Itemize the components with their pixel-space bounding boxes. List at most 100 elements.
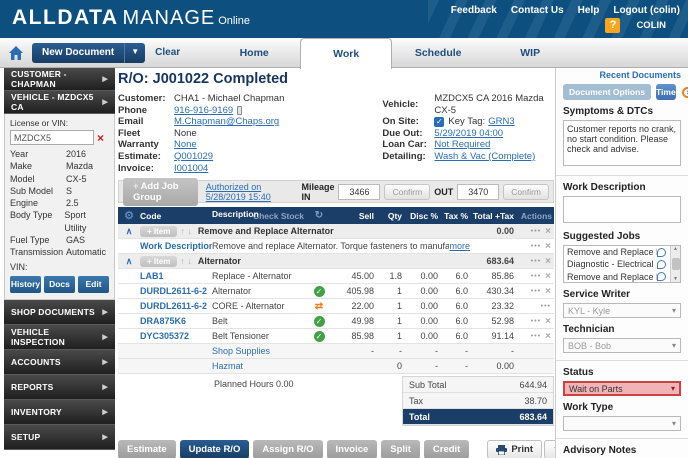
scrollbar[interactable]: ▲▼ [670, 246, 680, 282]
docs-button[interactable]: Docs [44, 276, 75, 293]
home-icon[interactable] [8, 45, 24, 61]
sidebar-item-shop-documents[interactable]: SHOP DOCUMENTS▶ [4, 300, 115, 325]
actions-menu-icon[interactable]: ••• [531, 288, 541, 295]
part-code-link[interactable]: DYC305372 [140, 331, 212, 341]
gear-icon[interactable]: ⚙ [118, 209, 140, 222]
actions-menu-icon[interactable]: ••• [531, 273, 541, 280]
confirm-out-button[interactable]: Confirm [503, 184, 549, 200]
estimate-button[interactable]: Estimate [118, 440, 176, 458]
refresh-icon[interactable]: ↻ [304, 210, 334, 221]
suggested-job-item[interactable]: Diagnostic - Electrical [564, 258, 680, 270]
remove-row-icon[interactable]: × [545, 317, 551, 326]
suggested-job-add-icon[interactable] [657, 248, 666, 257]
sidebar-item-accounts[interactable]: ACCOUNTS▶ [4, 350, 115, 375]
remove-row-icon[interactable]: × [545, 332, 551, 341]
license-input[interactable] [10, 130, 94, 145]
part-code-link[interactable]: DRA875K6 [140, 316, 212, 326]
tab-work[interactable]: Work [300, 38, 392, 69]
move-down-icon[interactable]: ↓ [188, 226, 192, 236]
help-icon[interactable]: ? [605, 18, 620, 33]
edit-button[interactable]: Edit [78, 276, 109, 293]
loan-car-link[interactable]: Not Required [434, 139, 490, 151]
remove-row-icon[interactable]: × [545, 227, 551, 236]
confirm-in-button[interactable]: Confirm [384, 184, 430, 200]
caret-down-icon[interactable]: ▼ [124, 43, 145, 63]
more-link[interactable]: more [449, 241, 470, 251]
actions-menu-icon[interactable]: ••• [531, 243, 541, 250]
credit-button[interactable]: Credit [424, 440, 469, 458]
sidebar-item-vehicle[interactable]: VEHICLE - MZDCX5 CA ▶ [4, 91, 115, 114]
authorized-link[interactable]: Authorized on 5/28/2019 15:40 [206, 182, 294, 202]
new-document-button[interactable]: New Document ▼ [32, 43, 145, 63]
phone-link[interactable]: 916-916-9169 [174, 105, 233, 117]
print-button[interactable]: Print [487, 440, 542, 458]
work-description-link[interactable]: Work Description [140, 241, 212, 251]
actions-menu-icon[interactable]: ••• [531, 333, 541, 340]
collapse-chevron-icon[interactable]: ∧ [118, 256, 140, 267]
invoice-button[interactable]: Invoice [327, 440, 378, 458]
move-up-icon[interactable]: ↑ [180, 226, 184, 236]
add-job-group-button[interactable]: +Add Job Group [123, 178, 198, 206]
actions-menu-icon[interactable]: ••• [531, 228, 541, 235]
sidebar-item-reports[interactable]: REPORTS▶ [4, 375, 115, 400]
warranty-link[interactable]: None [174, 139, 197, 151]
invoice-link[interactable]: I001004 [174, 163, 208, 175]
part-code-link[interactable]: DURDL2611-6-2 [140, 301, 212, 311]
remove-row-icon[interactable]: × [545, 242, 551, 251]
suggested-job-item[interactable]: Remove and Replace Fuel Pump [564, 271, 680, 283]
symptoms-textarea[interactable]: Customer reports no crank, no start cond… [563, 120, 681, 166]
logout-link[interactable]: Logout (colin) [613, 5, 680, 16]
move-up-icon[interactable]: ↑ [180, 256, 184, 266]
work-description-textarea[interactable] [563, 196, 681, 223]
estimate-link[interactable]: Q001029 [174, 151, 213, 163]
suggested-job-add-icon[interactable] [657, 272, 666, 281]
suggested-job-item[interactable]: Remove and Replace Battery [564, 246, 680, 258]
detailing-link[interactable]: Wash & Vac (Complete) [434, 151, 535, 163]
actions-menu-icon[interactable]: ••• [531, 318, 541, 325]
add-item-button[interactable]: + Item [140, 226, 177, 237]
work-type-select[interactable]: ▾ [563, 416, 681, 431]
technician-select[interactable]: BOB - Bob▾ [563, 338, 681, 353]
scroll-thumb[interactable] [672, 258, 680, 270]
mileage-out-input[interactable] [457, 184, 499, 200]
split-button[interactable]: Split [381, 440, 420, 458]
actions-menu-icon[interactable]: ••• [541, 303, 551, 310]
move-down-icon[interactable]: ↓ [188, 256, 192, 266]
time-button[interactable]: Time [656, 84, 676, 100]
remove-row-icon[interactable]: × [545, 272, 551, 281]
service-writer-select[interactable]: KYL - Kyle▾ [563, 303, 681, 318]
sidebar-item-vehicle-inspection[interactable]: VEHICLE INSPECTION▶ [4, 325, 115, 350]
document-options-button[interactable]: Document Options [563, 84, 651, 100]
hazmat-link[interactable]: Hazmat [212, 361, 304, 371]
remove-vehicle-icon[interactable]: × [97, 133, 104, 143]
status-select[interactable]: Wait on Parts▾ [563, 381, 681, 396]
tab-schedule[interactable]: Schedule [392, 38, 484, 68]
help-link[interactable]: Help [578, 5, 600, 16]
remove-row-icon[interactable]: × [545, 287, 551, 296]
scroll-up-icon[interactable]: ▲ [673, 246, 678, 252]
on-site-checkbox[interactable]: ✓ [434, 117, 444, 127]
email-link[interactable]: M.Chapman@Chaps.org [174, 116, 279, 128]
update-ro-button[interactable]: Update R/O [180, 440, 250, 458]
part-code-link[interactable]: DURDL2611-6-2 [140, 286, 212, 296]
sidebar-item-inventory[interactable]: INVENTORY▶ [4, 400, 115, 425]
clear-link[interactable]: Clear [155, 47, 180, 58]
shop-supplies-link[interactable]: Shop Supplies [212, 346, 304, 356]
history-button[interactable]: History [10, 276, 41, 293]
due-out-link[interactable]: 5/29/2019 04:00 [434, 128, 503, 140]
recent-documents-link[interactable]: Recent Documents [599, 70, 681, 80]
scroll-down-icon[interactable]: ▼ [673, 276, 678, 282]
feedback-link[interactable]: Feedback [451, 5, 497, 16]
remove-row-icon[interactable]: × [545, 257, 551, 266]
mileage-in-input[interactable] [338, 184, 380, 200]
part-code-link[interactable]: LAB1 [140, 271, 212, 281]
actions-menu-icon[interactable]: ••• [531, 258, 541, 265]
contact-us-link[interactable]: Contact Us [511, 5, 564, 16]
suggested-job-add-icon[interactable] [657, 260, 666, 269]
tab-wip[interactable]: WIP [484, 38, 576, 68]
assign-ro-button[interactable]: Assign R/O [253, 440, 322, 458]
collapse-chevron-icon[interactable]: ∧ [118, 226, 140, 237]
tab-home[interactable]: Home [208, 38, 300, 68]
add-item-button[interactable]: + Item [140, 256, 177, 267]
sidebar-item-setup[interactable]: SETUP▶ [4, 425, 115, 450]
